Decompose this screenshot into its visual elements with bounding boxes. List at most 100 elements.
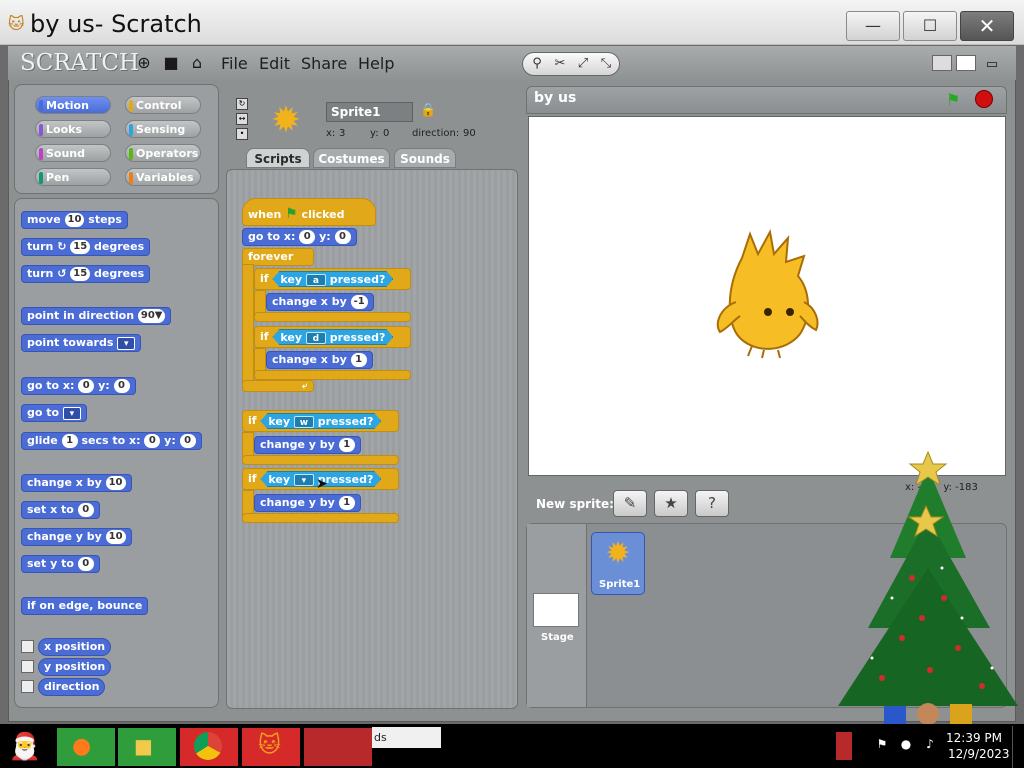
forever-arm [242, 264, 254, 388]
go-to-block[interactable]: go to ▾ [21, 404, 87, 422]
x-position-checkbox[interactable] [21, 640, 34, 653]
rotate-all-icon[interactable]: ↻ [236, 98, 248, 110]
change-y-block[interactable]: change y by 10 [21, 528, 132, 546]
show-desktop-button[interactable] [1012, 726, 1024, 768]
set-y-block[interactable]: set y to 0 [21, 555, 100, 573]
direction-checkbox[interactable] [21, 680, 34, 693]
green-flag-button[interactable]: ⚑ [946, 90, 966, 109]
menu-file[interactable]: File [221, 54, 248, 73]
category-control[interactable]: Control [125, 96, 201, 114]
change-x-by-neg1-block[interactable]: change x by -1 [266, 293, 374, 311]
close-button[interactable]: ✕ [960, 11, 1014, 41]
stop-button[interactable] [975, 90, 993, 108]
turn-clockwise-block[interactable]: turn ↻ 15 degrees [21, 238, 151, 256]
save-icon[interactable]: ■ [161, 53, 181, 73]
key-w-pressed-sensor[interactable]: key w pressed? [260, 413, 381, 429]
tab-sounds[interactable]: Sounds [394, 148, 456, 168]
start-button-santa-icon[interactable]: 🎅 [4, 726, 46, 768]
point-in-direction-block[interactable]: point in direction 90▼ [21, 307, 172, 325]
scratch-cat-icon: 🐱 [258, 733, 281, 758]
move-steps-block[interactable]: move 10 steps [21, 211, 128, 229]
taskbar-chrome[interactable] [180, 728, 238, 766]
y-position-reporter[interactable]: y position [38, 658, 112, 676]
sprite-thumbnail-icon: ✹ [270, 100, 302, 141]
teddy-bear [917, 703, 939, 725]
lock-icon[interactable]: 🔒 [420, 103, 436, 118]
key-a-pressed-sensor[interactable]: key a pressed? [272, 271, 393, 287]
flip-left-right-icon[interactable]: ↔ [236, 113, 248, 125]
bounce-block[interactable]: if on edge, bounce [21, 597, 149, 615]
script-go-to-xy-block[interactable]: go to x: 0 y: 0 [242, 228, 357, 246]
point-towards-dropdown[interactable]: ▾ [117, 336, 136, 350]
turn-counterclockwise-block[interactable]: turn ↺ 15 degrees [21, 265, 151, 283]
shrink-tool-icon[interactable]: ⤡ [597, 55, 615, 73]
tab-scripts[interactable]: Scripts [246, 148, 310, 168]
direction-reporter[interactable]: direction [38, 678, 106, 696]
category-looks[interactable]: Looks [35, 120, 111, 138]
clock-date[interactable]: 12/9/2023 [948, 747, 1010, 761]
clock-time[interactable]: 12:39 PM [946, 731, 1002, 745]
taskbar-window[interactable] [304, 728, 372, 766]
if-key-a-block[interactable]: if key a pressed? [254, 268, 411, 290]
small-stage-mode-icon[interactable] [932, 55, 952, 71]
share-icon[interactable]: ⌂ [187, 53, 207, 73]
key-dropdown[interactable]: ▾ [294, 474, 314, 486]
category-sound[interactable]: Sound [35, 144, 111, 162]
window-title: by us- Scratch [30, 10, 202, 38]
category-variables[interactable]: Variables [125, 168, 201, 186]
forever-bottom: ⤶ [242, 380, 314, 392]
change-x-block[interactable]: change x by 10 [21, 474, 132, 492]
tray-firefox-icon[interactable]: ● [898, 737, 914, 753]
tray-flag-icon[interactable]: ⚑ [874, 737, 890, 753]
chrome-icon [194, 732, 222, 760]
stage-thumbnail[interactable] [533, 593, 579, 627]
duplicate-tool-icon[interactable]: ⚲ [528, 55, 546, 73]
menu-share[interactable]: Share [301, 54, 347, 73]
glide-block[interactable]: glide 1 secs to x: 0 y: 0 [21, 432, 202, 450]
choose-sprite-from-folder-button[interactable]: ★ [654, 490, 688, 517]
sprite-left-eye [764, 308, 772, 316]
taskbar-search-field[interactable]: ds [372, 727, 441, 748]
delete-tool-icon[interactable]: ✂ [551, 55, 569, 73]
no-rotate-icon[interactable]: • [236, 128, 248, 140]
sprite-name-field[interactable]: Sprite1 [326, 102, 413, 122]
volume-icon[interactable]: ♪ [922, 737, 938, 753]
set-x-block[interactable]: set x to 0 [21, 501, 100, 519]
tree-bottom-layer [838, 568, 1018, 706]
key-d-pressed-sensor[interactable]: key d pressed? [272, 329, 393, 345]
menu-edit[interactable]: Edit [259, 54, 290, 73]
point-towards-block[interactable]: point towards ▾ [21, 334, 142, 352]
when-flag-clicked-block[interactable]: when ⚑ clicked [242, 198, 376, 226]
new-sprite-label: New sprite: [536, 497, 614, 511]
grow-tool-icon[interactable]: ⤢ [574, 55, 592, 73]
x-position-reporter[interactable]: x position [38, 638, 112, 656]
change-y-by-1-block[interactable]: change y by 1 [254, 436, 361, 454]
sprite1-thumbnail-icon: ✹ [605, 536, 631, 571]
if-key-w-block[interactable]: if key w pressed? [242, 410, 399, 432]
go-to-dropdown[interactable]: ▾ [62, 406, 81, 420]
menu-help[interactable]: Help [358, 54, 394, 73]
taskbar-firefox[interactable]: ● [57, 728, 115, 766]
change-x-by-1-block[interactable]: change x by 1 [266, 351, 373, 369]
tab-costumes[interactable]: Costumes [313, 148, 390, 168]
category-motion[interactable]: Motion [35, 96, 111, 114]
taskbar-file-explorer[interactable]: ■ [118, 728, 176, 766]
random-sprite-button[interactable]: ? [695, 490, 729, 517]
change-y-by-1-block-2[interactable]: change y by 1 [254, 494, 361, 512]
category-sensing[interactable]: Sensing [125, 120, 201, 138]
turn-left-icon: ↺ [57, 267, 67, 280]
normal-stage-mode-icon[interactable] [956, 55, 976, 71]
globe-icon[interactable]: ⊕ [134, 53, 154, 73]
go-to-xy-block[interactable]: go to x: 0 y: 0 [21, 377, 136, 395]
presentation-mode-icon[interactable]: ▭ [982, 55, 1002, 75]
category-pen[interactable]: Pen [35, 168, 111, 186]
taskbar-scratch[interactable]: 🐱 [242, 728, 300, 766]
y-position-checkbox[interactable] [21, 660, 34, 673]
if-key-d-block[interactable]: if key d pressed? [254, 326, 411, 348]
stage-sprite[interactable] [712, 228, 828, 360]
paint-new-sprite-button[interactable]: ✎ [613, 490, 647, 517]
category-operators[interactable]: Operators [125, 144, 201, 162]
maximize-button[interactable]: ☐ [903, 11, 957, 41]
sprite-direction-label: direction: [412, 128, 460, 139]
minimize-button[interactable]: — [846, 11, 900, 41]
